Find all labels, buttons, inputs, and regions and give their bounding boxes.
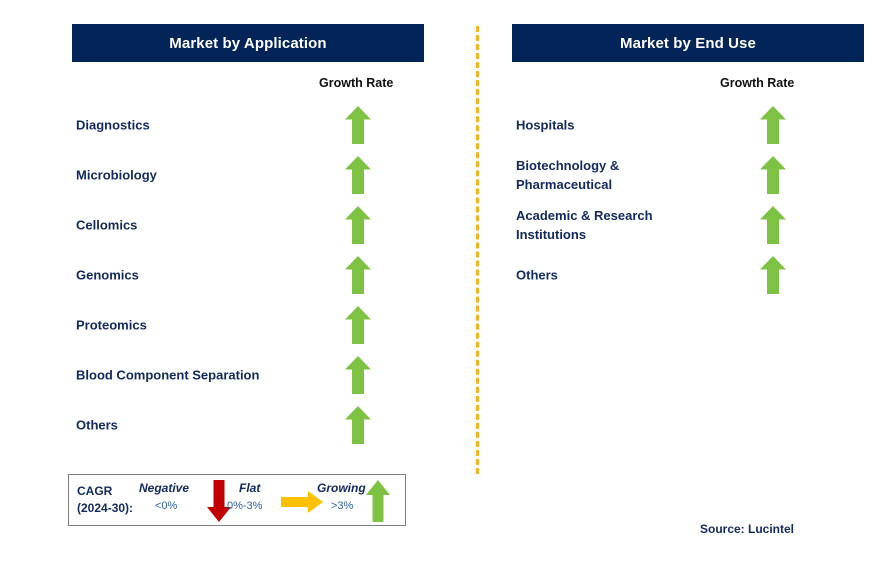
arrow-up-icon: [345, 256, 371, 294]
legend-value-flat: 0%-3%: [227, 500, 263, 512]
rows-application: Diagnostics Microbiology Cellomics Genom…: [72, 100, 424, 450]
legend-cagr-title: CAGR (2024-30):: [77, 484, 134, 515]
arrow-up-icon: [760, 256, 786, 294]
table-row: Diagnostics: [72, 100, 424, 150]
table-row: Academic & Research Institutions: [512, 200, 864, 250]
legend-value-negative: <0%: [155, 500, 178, 512]
row-label: Biotechnology & Pharmaceutical: [516, 158, 620, 192]
panel-title-end-use: Market by End Use: [620, 34, 756, 52]
arrow-up-icon: [760, 156, 786, 194]
rows-end-use: Hospitals Biotechnology & Pharmaceutical…: [512, 100, 864, 300]
row-label: Cellomics: [76, 217, 138, 233]
legend-label-flat: Flat: [239, 481, 261, 495]
table-row: Others: [72, 400, 424, 450]
table-row: Hospitals: [512, 100, 864, 150]
table-row: Microbiology: [72, 150, 424, 200]
panel-header-end-use: Market by End Use: [512, 24, 864, 62]
legend-label-negative: Negative: [139, 481, 190, 495]
arrow-up-icon: [345, 156, 371, 194]
table-row: Blood Component Separation: [72, 350, 424, 400]
row-label: Others: [516, 267, 558, 283]
row-label: Diagnostics: [76, 117, 150, 133]
arrow-up-icon: [760, 206, 786, 244]
row-label: Others: [76, 417, 118, 433]
table-row: Biotechnology & Pharmaceutical: [512, 150, 864, 200]
row-label: Proteomics: [76, 317, 147, 333]
table-row: Cellomics: [72, 200, 424, 250]
arrow-up-icon: [345, 306, 371, 344]
row-label: Microbiology: [76, 167, 157, 183]
row-label: Blood Component Separation: [76, 367, 260, 383]
growth-rate-label-end-use: Growth Rate: [720, 76, 795, 90]
source-note: Source: Lucintel: [700, 522, 795, 536]
arrow-up-icon: [760, 106, 786, 144]
panel-header-application: Market by Application: [72, 24, 424, 62]
row-label: Academic & Research Institutions: [516, 208, 653, 242]
panel-divider: [476, 26, 479, 474]
arrow-up-icon: [345, 206, 371, 244]
row-label: Genomics: [76, 267, 139, 283]
row-label: Hospitals: [516, 117, 575, 133]
cagr-legend: CAGR (2024-30): Negative <0% Flat 0%-3% …: [68, 474, 406, 526]
arrow-up-icon: [345, 356, 371, 394]
arrow-up-icon: [345, 106, 371, 144]
arrow-up-icon: [366, 480, 390, 522]
arrow-up-icon: [345, 406, 371, 444]
panel-title-application: Market by Application: [169, 34, 327, 52]
legend-value-growing: >3%: [331, 500, 354, 512]
legend-label-growing: Growing: [317, 481, 366, 495]
growth-rate-label-application: Growth Rate: [319, 76, 394, 90]
table-row: Genomics: [72, 250, 424, 300]
table-row: Others: [512, 250, 864, 300]
table-row: Proteomics: [72, 300, 424, 350]
